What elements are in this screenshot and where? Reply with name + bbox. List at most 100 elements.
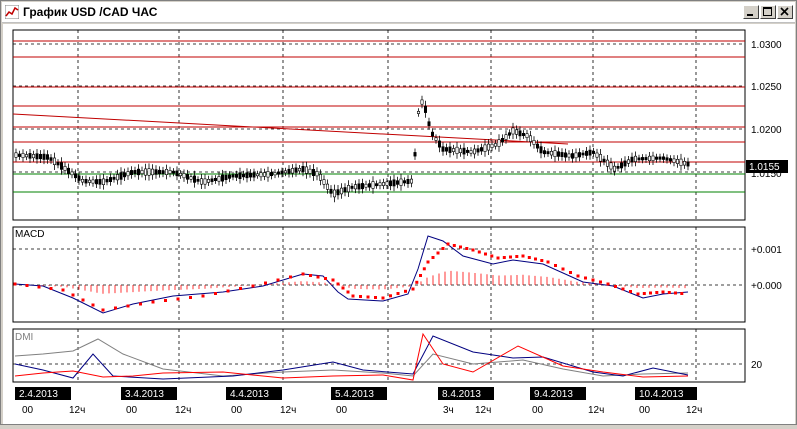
- candle-body: [276, 171, 280, 175]
- candle-body: [665, 157, 669, 161]
- candle-body: [200, 178, 204, 185]
- candle-body: [256, 173, 260, 177]
- date-label: 3.4.2013: [125, 389, 164, 400]
- macd-signal-dot: [484, 252, 487, 256]
- candle-body: [623, 160, 627, 167]
- macd-signal-dot: [316, 275, 320, 279]
- macd-signal-dot: [176, 297, 180, 301]
- macd-signal-dot: [289, 275, 292, 279]
- candle-body: [511, 127, 515, 135]
- macd-signal-dot: [37, 285, 41, 289]
- candle-body: [214, 178, 218, 182]
- candle-body: [175, 170, 179, 177]
- candle-body: [640, 157, 644, 161]
- candle-body: [179, 173, 183, 177]
- candle-body: [455, 146, 459, 154]
- candle-body: [633, 155, 637, 162]
- candle-body: [207, 179, 211, 183]
- close-button[interactable]: [777, 5, 793, 19]
- candle-body: [31, 154, 35, 159]
- candle-body: [392, 179, 396, 187]
- candle-body: [224, 174, 228, 180]
- candle-body: [210, 178, 214, 182]
- candle-body: [14, 152, 18, 158]
- hour-label: 00: [336, 405, 348, 416]
- macd-signal-dot: [621, 287, 625, 291]
- macd-signal-dot: [189, 296, 192, 299]
- candle-body: [287, 168, 291, 174]
- candle-body: [154, 169, 158, 175]
- chart-canvas: 1.0300 1.0250 1.0200 1.0150 1.0155 MACD …: [12, 29, 788, 416]
- macd-signal-dot: [674, 291, 677, 295]
- maximize-icon: [763, 7, 772, 16]
- candle-body: [402, 180, 406, 184]
- macd-signal-dot: [336, 282, 340, 286]
- macd-signal-dot: [569, 271, 572, 274]
- candle-body: [682, 161, 686, 166]
- candle-body: [619, 162, 623, 169]
- candle-body: [49, 157, 53, 161]
- candle-body: [45, 154, 49, 160]
- price-tick-label: 1.0300: [751, 40, 782, 51]
- macd-signal-dot: [419, 274, 422, 277]
- macd-signal-dot: [301, 272, 305, 276]
- candle-body: [182, 173, 186, 179]
- candle-body: [360, 183, 364, 190]
- minimize-button[interactable]: [743, 5, 759, 19]
- macd-tick-label: +0.000: [751, 281, 782, 292]
- macd-signal-dot: [114, 306, 117, 310]
- macd-signal-dot: [471, 248, 475, 252]
- candle-body: [74, 173, 78, 179]
- candle-body: [535, 143, 539, 149]
- macd-signal-dot: [366, 295, 370, 299]
- candle-body: [42, 153, 46, 160]
- candle-body: [437, 140, 441, 148]
- candle-body: [105, 179, 109, 183]
- candle-body: [269, 172, 273, 176]
- candle-body: [553, 150, 557, 157]
- candle-body: [109, 177, 113, 182]
- candle-body: [430, 131, 434, 137]
- macd-panel-frame: [12, 226, 746, 323]
- candle-body: [675, 159, 679, 164]
- macd-signal-dot: [351, 294, 355, 298]
- candle-body: [500, 138, 504, 143]
- macd-signal-dot: [661, 290, 665, 294]
- macd-signal-dot: [126, 304, 130, 308]
- macd-signal-dot: [459, 245, 462, 249]
- candle-body: [228, 174, 232, 179]
- candle-body: [588, 149, 592, 156]
- macd-signal-dot: [561, 267, 565, 271]
- candle-body: [486, 143, 490, 151]
- macd-signal-dot: [496, 256, 500, 260]
- maximize-button[interactable]: [760, 5, 776, 19]
- candle-body: [388, 180, 392, 187]
- candle-body: [217, 176, 221, 182]
- candle-body: [336, 189, 340, 196]
- candle-body: [616, 166, 620, 169]
- candle-body: [339, 187, 343, 195]
- candle-body: [308, 168, 312, 174]
- macd-signal-dot: [436, 251, 440, 255]
- macd-signal-dot: [164, 299, 167, 302]
- candle-body: [462, 147, 466, 155]
- candle-body: [126, 171, 130, 177]
- candle-body: [591, 150, 595, 154]
- hour-label: 00: [126, 405, 138, 416]
- candle-body: [567, 153, 571, 158]
- candle-body: [465, 149, 469, 153]
- macd-signal-dot: [502, 256, 506, 259]
- macd-signal-dot: [446, 242, 450, 246]
- title-bar[interactable]: График USD /CAD ЧАС: [2, 2, 795, 23]
- dmi-tick-label: 20: [751, 360, 763, 371]
- candle-body: [140, 170, 144, 175]
- macd-signal-dot: [341, 286, 345, 290]
- hour-label: 00: [231, 405, 243, 416]
- candle-body: [88, 179, 92, 183]
- macd-signal-dot: [680, 292, 684, 295]
- candle-body: [602, 158, 606, 163]
- macd-signal-dot: [415, 280, 419, 284]
- candle-body: [28, 153, 32, 159]
- minimize-icon: [747, 14, 753, 16]
- candle-body: [374, 183, 378, 187]
